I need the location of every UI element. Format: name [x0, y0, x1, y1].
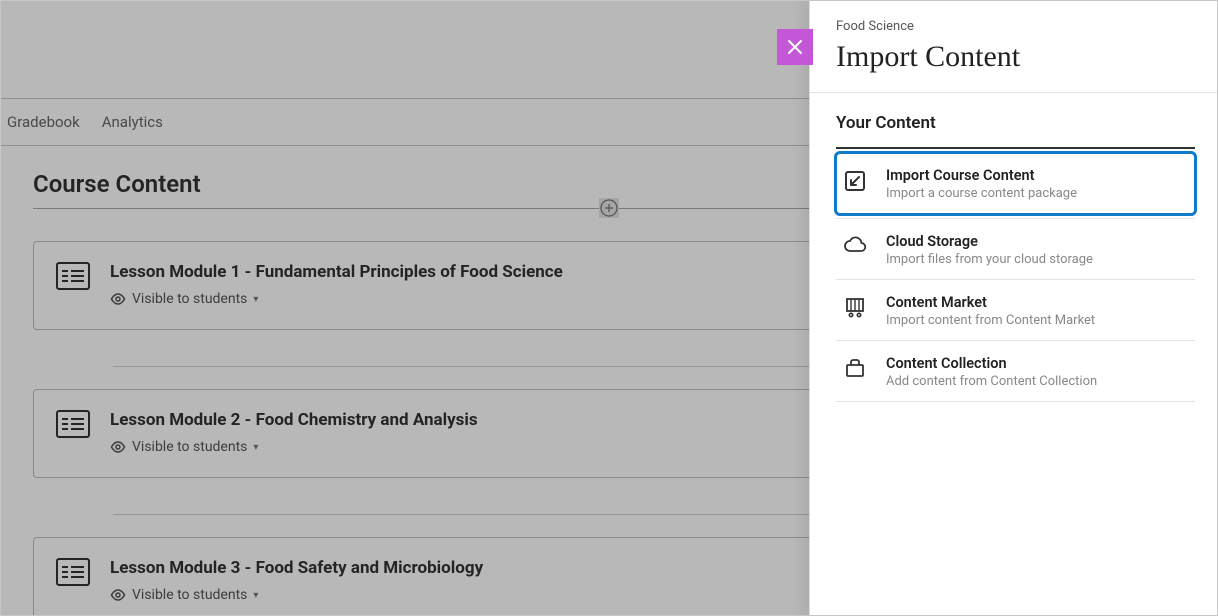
module-icon: [56, 410, 90, 438]
module-icon: [56, 262, 90, 290]
eye-icon: [110, 441, 126, 453]
chevron-down-icon: ▾: [253, 442, 258, 453]
module-title: Lesson Module 1 - Fundamental Principles…: [110, 262, 563, 282]
module-title: Lesson Module 3 - Food Safety and Microb…: [110, 558, 483, 578]
import-icon: [842, 167, 868, 193]
option-desc: Add content from Content Collection: [886, 374, 1097, 389]
option-desc: Import a course content package: [886, 186, 1077, 201]
chevron-down-icon: ▾: [253, 294, 258, 305]
option-content-collection[interactable]: Content Collection Add content from Cont…: [836, 341, 1195, 402]
option-cloud-storage[interactable]: Cloud Storage Import files from your clo…: [836, 218, 1195, 280]
add-content-icon[interactable]: [599, 198, 619, 218]
option-title: Cloud Storage: [886, 233, 1093, 250]
cart-icon: [842, 294, 868, 318]
module-icon: [56, 558, 90, 586]
visibility-label: Visible to students: [132, 587, 247, 603]
option-title: Content Market: [886, 294, 1095, 311]
import-content-panel: Food Science Import Content Your Content…: [809, 1, 1217, 615]
option-import-course-content[interactable]: Import Course Content Import a course co…: [836, 153, 1195, 214]
tab-gradebook[interactable]: Gradebook: [7, 113, 80, 131]
option-content-market[interactable]: Content Market Import content from Conte…: [836, 280, 1195, 341]
tab-analytics[interactable]: Analytics: [102, 113, 163, 131]
panel-title: Import Content: [836, 40, 1191, 74]
module-title: Lesson Module 2 - Food Chemistry and Ana…: [110, 410, 478, 430]
eye-icon: [110, 589, 126, 601]
eye-icon: [110, 293, 126, 305]
option-desc: Import content from Content Market: [886, 313, 1095, 328]
section-heading: Your Content: [836, 113, 1195, 149]
panel-breadcrumb: Food Science: [836, 19, 1191, 34]
collection-icon: [842, 355, 868, 379]
visibility-toggle[interactable]: Visible to students ▾: [110, 291, 258, 307]
option-title: Content Collection: [886, 355, 1097, 372]
chevron-down-icon: ▾: [253, 590, 258, 601]
cloud-icon: [842, 233, 868, 255]
option-desc: Import files from your cloud storage: [886, 252, 1093, 267]
visibility-toggle[interactable]: Visible to students ▾: [110, 587, 258, 603]
visibility-label: Visible to students: [132, 291, 247, 307]
close-icon: [786, 38, 804, 56]
close-button[interactable]: [777, 29, 813, 65]
option-title: Import Course Content: [886, 167, 1077, 184]
visibility-label: Visible to students: [132, 439, 247, 455]
import-options-list: Import Course Content Import a course co…: [836, 153, 1195, 402]
visibility-toggle[interactable]: Visible to students ▾: [110, 439, 258, 455]
